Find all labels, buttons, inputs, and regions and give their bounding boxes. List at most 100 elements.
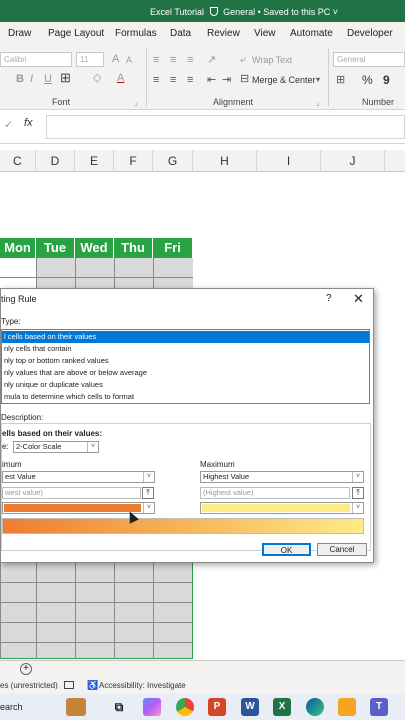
column-header-i[interactable]: I — [257, 150, 321, 172]
font-color-icon[interactable]: A — [117, 72, 124, 84]
chrome-icon[interactable] — [176, 698, 194, 716]
column-divider-bottom-d — [36, 563, 37, 659]
number-format-box[interactable]: General — [333, 52, 405, 67]
selected-range-bottom[interactable] — [0, 563, 193, 659]
fill-color-icon[interactable]: ◇ — [93, 72, 101, 84]
merge-center-button[interactable]: Merge & Center — [252, 75, 316, 85]
minimum-value-input[interactable]: west value) — [2, 487, 141, 499]
day-header-mon[interactable]: Mon — [0, 238, 36, 258]
edge-icon[interactable] — [306, 698, 324, 716]
column-header-c[interactable]: C — [0, 150, 36, 172]
insert-function-icon[interactable]: fx — [24, 117, 33, 129]
enter-icon[interactable]: ✓ — [4, 118, 13, 131]
tab-review[interactable]: Review — [207, 28, 240, 39]
font-launcher-icon[interactable]: ⌟ — [134, 97, 138, 109]
column-header-d[interactable]: D — [36, 150, 75, 172]
copilot-icon[interactable] — [143, 698, 161, 716]
column-header-e[interactable]: E — [75, 150, 114, 172]
minimum-collapse-icon[interactable]: ⤒ — [142, 487, 154, 499]
task-view-icon[interactable]: ⧉ — [112, 698, 126, 716]
chevron-down-icon: ˅ — [143, 472, 154, 482]
close-icon[interactable]: ✕ — [353, 291, 364, 307]
powerpoint-icon[interactable]: P — [208, 698, 226, 716]
tab-developer[interactable]: Developer — [347, 28, 393, 39]
excel-icon[interactable]: X — [273, 698, 291, 716]
window-title: Excel Tutorial General • Saved to this P… — [150, 7, 339, 17]
font-size-box[interactable]: 11 — [76, 52, 104, 67]
monday-top-cell[interactable] — [0, 258, 36, 278]
font-group-label: Font — [52, 97, 71, 107]
tab-page-layout[interactable]: Page Layout — [48, 28, 104, 39]
status-permissions[interactable]: es (unrestricted) — [0, 681, 58, 690]
orientation-icon[interactable]: ↗ — [207, 54, 216, 66]
word-icon[interactable]: W — [241, 698, 259, 716]
cancel-button[interactable]: Cancel — [317, 543, 367, 556]
accessibility-status[interactable]: Accessibility: Investigate — [99, 681, 186, 690]
comma-button[interactable]: 9 — [383, 73, 390, 87]
align-center-icon[interactable]: ≡ — [170, 74, 176, 86]
maximum-color-dropdown[interactable]: ˅ — [200, 502, 364, 514]
teams-icon[interactable]: T — [370, 698, 388, 716]
rule-type-item[interactable]: mula to determine which cells to format — [2, 391, 369, 403]
italic-icon[interactable]: I — [30, 73, 33, 85]
rule-type-item[interactable]: l cells based on their values — [2, 331, 369, 343]
align-top-icon[interactable]: ≡ — [153, 54, 159, 66]
alignment-launcher-icon[interactable]: ⌟ — [316, 97, 320, 109]
minimum-type-dropdown[interactable]: est Value ˅ — [2, 471, 155, 483]
help-button[interactable]: ? — [326, 293, 332, 304]
decrease-font-icon[interactable]: A — [126, 54, 132, 66]
add-sheet-button[interactable]: + — [20, 663, 32, 675]
sheet-tab-bar: + — [0, 660, 405, 677]
tab-formulas[interactable]: Formulas — [115, 28, 157, 39]
rule-type-item[interactable]: nly unique or duplicate values — [2, 379, 369, 391]
rule-description-box: ells based on their values: e: 2-Color S… — [1, 423, 371, 551]
percent-button[interactable]: % — [362, 73, 373, 87]
align-middle-icon[interactable]: ≡ — [170, 54, 176, 66]
wrap-text-button[interactable]: Wrap Text — [252, 55, 292, 65]
taskbar-search[interactable]: earch — [0, 702, 23, 712]
tab-draw[interactable]: Draw — [8, 28, 31, 39]
maximum-value-input[interactable]: (Highest value) — [200, 487, 350, 499]
rule-type-item[interactable]: nly values that are above or below avera… — [2, 367, 369, 379]
title-chevron[interactable]: ˅ — [333, 7, 338, 17]
chevron-down-icon: ˅ — [352, 472, 363, 482]
day-header-thu[interactable]: Thu — [114, 238, 153, 258]
rule-type-list[interactable]: l cells based on their values nly cells … — [1, 329, 370, 404]
align-left-icon[interactable]: ≡ — [153, 74, 159, 86]
column-header-g[interactable]: G — [153, 150, 193, 172]
wrap-text-icon[interactable]: ⤶ — [240, 54, 246, 66]
increase-font-icon[interactable]: A — [112, 53, 119, 65]
align-bottom-icon[interactable]: ≡ — [187, 54, 193, 66]
view-icon[interactable] — [64, 681, 74, 689]
formula-input[interactable] — [46, 115, 405, 139]
borders-icon[interactable]: ⊞ — [60, 71, 71, 84]
briefcase-icon[interactable] — [66, 698, 86, 716]
tab-automate[interactable]: Automate — [290, 28, 333, 39]
merge-dropdown-icon[interactable]: ▾ — [316, 74, 320, 86]
underline-icon[interactable]: U — [44, 73, 52, 85]
merge-icon[interactable]: ⊟ — [240, 73, 249, 85]
accounting-icon[interactable]: ⊞ — [336, 74, 345, 86]
day-header-fri[interactable]: Fri — [153, 238, 193, 258]
format-style-dropdown[interactable]: 2-Color Scale ˅ — [13, 441, 99, 453]
ok-button[interactable]: OK — [262, 543, 311, 556]
day-header-tue[interactable]: Tue — [36, 238, 75, 258]
tab-data[interactable]: Data — [170, 28, 191, 39]
tab-view[interactable]: View — [254, 28, 276, 39]
increase-indent-icon[interactable]: ⇥ — [222, 74, 231, 86]
column-header-f[interactable]: F — [114, 150, 153, 172]
maximum-type-dropdown[interactable]: Highest Value ˅ — [200, 471, 364, 483]
maximum-collapse-icon[interactable]: ⤒ — [352, 487, 364, 499]
bold-icon[interactable]: B — [16, 73, 24, 85]
column-header-j[interactable]: J — [321, 150, 385, 172]
ribbon: Calibri 11 A A I B U ⊞ ◇ A ≡ ≡ ≡ ↗ ⤶ Wra… — [0, 44, 405, 110]
decrease-indent-icon[interactable]: ⇤ — [207, 74, 216, 86]
day-header-wed[interactable]: Wed — [75, 238, 114, 258]
file-explorer-icon[interactable] — [338, 698, 356, 716]
font-name-box[interactable]: Calibri — [0, 52, 72, 67]
column-divider-bottom-e — [75, 563, 76, 659]
column-header-h[interactable]: H — [193, 150, 257, 172]
align-right-icon[interactable]: ≡ — [187, 74, 193, 86]
rule-type-item[interactable]: nly top or bottom ranked values — [2, 355, 369, 367]
rule-type-item[interactable]: nly cells that contain — [2, 343, 369, 355]
